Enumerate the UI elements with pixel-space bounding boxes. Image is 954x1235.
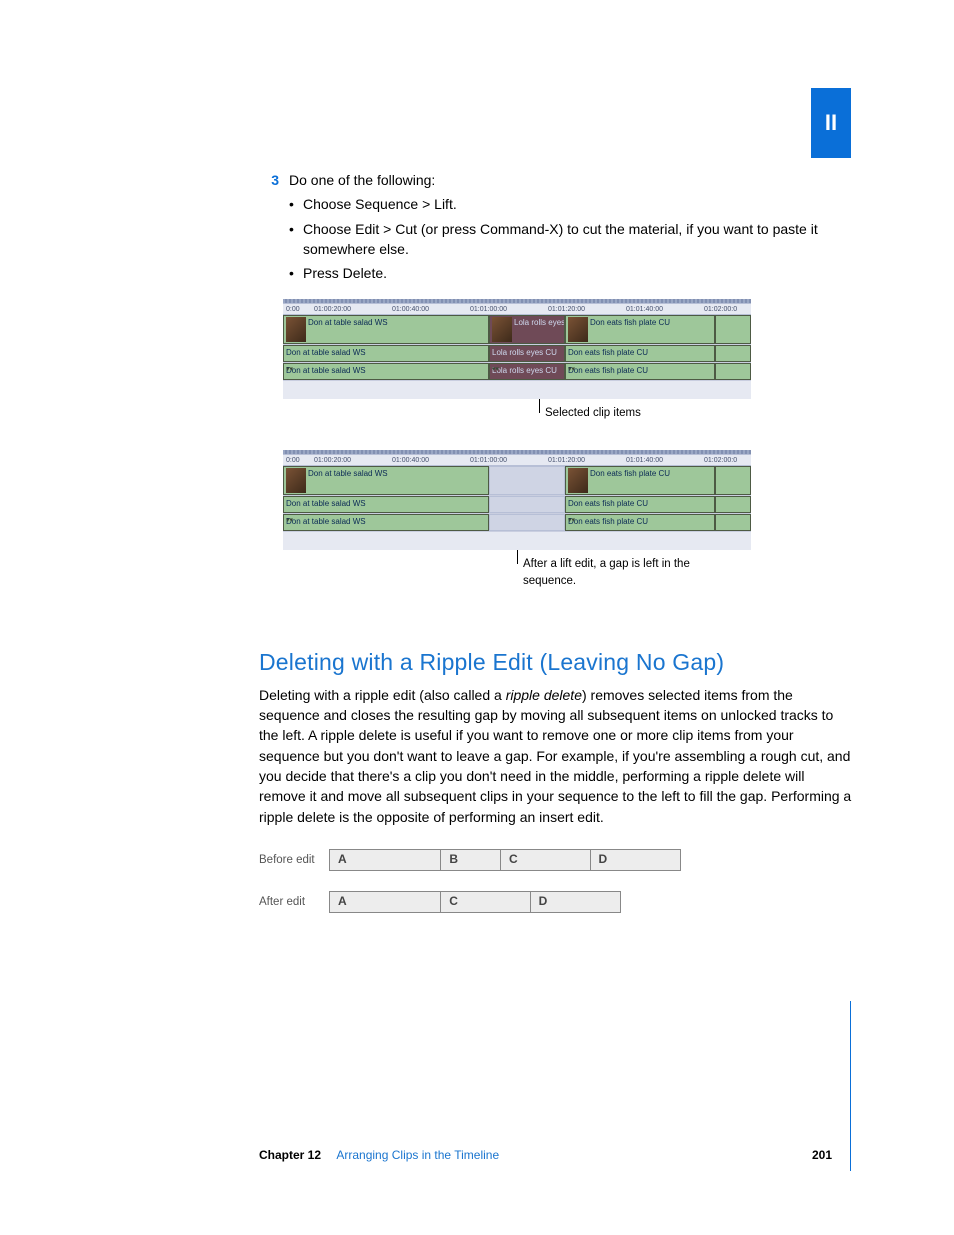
- video-clip: Don at table salad WS: [283, 466, 489, 495]
- ruler-tick: 01:00:20:00: [311, 455, 389, 465]
- video-clip: [715, 466, 751, 495]
- audio-clip-selected: ▾▾Lola rolls eyes CU: [489, 363, 565, 380]
- diagram-segment: B: [441, 850, 501, 870]
- audio-clip-selected: Lola rolls eyes CU: [489, 345, 565, 362]
- bullet-item: Choose Edit > Cut (or press Command-X) t…: [303, 219, 854, 260]
- ruler-tick: 01:01:20:00: [545, 304, 623, 314]
- body-paragraph: Deleting with a ripple edit (also called…: [259, 685, 854, 827]
- diagram-segment: C: [441, 892, 530, 912]
- diagram-segment: C: [501, 850, 590, 870]
- ruler-tick: 01:00:40:00: [389, 455, 467, 465]
- ruler-tick: 01:01:00:00: [467, 455, 545, 465]
- audio-clip: Don eats fish plate CU: [565, 496, 715, 513]
- chapter-title: Arranging Clips in the Timeline: [336, 1148, 499, 1162]
- audio-clip: ▾▾Don eats fish plate CU: [565, 363, 715, 380]
- audio-clip: Don at table salad WS: [283, 496, 489, 513]
- bullet-dot: •: [289, 263, 303, 283]
- para-post: ) removes selected items from the sequen…: [259, 687, 851, 825]
- ruler-tick: 0:00: [283, 304, 311, 314]
- callout-after-lift: After a lift edit, a gap is left in the …: [517, 556, 707, 589]
- bullet-item: Choose Sequence > Lift.: [303, 194, 854, 214]
- diagram-segment: D: [591, 850, 680, 870]
- video-clip: Don at table salad WS: [283, 315, 489, 344]
- section-heading: Deleting with a Ripple Edit (Leaving No …: [259, 646, 854, 679]
- diagram-segment: A: [330, 892, 441, 912]
- step-intro: Do one of the following:: [289, 170, 854, 190]
- ruler-tick: 01:01:40:00: [623, 455, 701, 465]
- page-footer: Chapter 12 Arranging Clips in the Timeli…: [259, 1147, 851, 1166]
- after-label: After edit: [259, 894, 329, 911]
- bullet-item: Press Delete.: [303, 263, 854, 283]
- ruler-tick: 01:01:40:00: [623, 304, 701, 314]
- page-number: 201: [812, 1147, 832, 1164]
- callout-selected-clips: Selected clip items: [539, 405, 854, 422]
- diagram-segment: A: [330, 850, 441, 870]
- footer-divider: [850, 1001, 852, 1171]
- para-pre: Deleting with a ripple edit (also called…: [259, 687, 506, 703]
- audio-clip: [715, 345, 751, 362]
- ruler-tick: 0:00: [283, 455, 311, 465]
- audio-clip: Don at table salad WS: [283, 345, 489, 362]
- ruler-tick: 01:01:20:00: [545, 455, 623, 465]
- section-tab: II: [811, 88, 851, 158]
- gap-clip: [489, 514, 565, 531]
- before-after-diagram: Before edit A B C D After edit A C D: [259, 849, 854, 913]
- audio-clip: ▾▾Don at table salad WS: [283, 363, 489, 380]
- step-number: 3: [259, 170, 279, 190]
- audio-clip: ▾▾Don at table salad WS: [283, 514, 489, 531]
- timeline-before: 0:00 01:00:20:00 01:00:40:00 01:01:00:00…: [283, 299, 751, 399]
- audio-clip: Don eats fish plate CU: [565, 345, 715, 362]
- ruler-tick: 01:00:20:00: [311, 304, 389, 314]
- chapter-label: Chapter 12: [259, 1148, 321, 1162]
- audio-clip: [715, 514, 751, 531]
- ruler-tick: 01:02:00:0: [701, 304, 751, 314]
- video-clip: Don eats fish plate CU: [565, 466, 715, 495]
- bullet-dot: •: [289, 194, 303, 214]
- audio-clip: ▾▾Don eats fish plate CU: [565, 514, 715, 531]
- bullet-dot: •: [289, 219, 303, 260]
- video-clip: Don eats fish plate CU: [565, 315, 715, 344]
- gap-clip: [489, 466, 565, 495]
- video-clip-selected: Lola rolls eyes CU: [489, 315, 565, 344]
- diagram-segment: D: [531, 892, 620, 912]
- audio-clip: [715, 363, 751, 380]
- before-label: Before edit: [259, 852, 329, 869]
- timeline-after: 0:00 01:00:20:00 01:00:40:00 01:01:00:00…: [283, 450, 751, 550]
- gap-clip: [489, 496, 565, 513]
- para-em: ripple delete: [506, 687, 582, 703]
- audio-clip: [715, 496, 751, 513]
- ruler-tick: 01:02:00:0: [701, 455, 751, 465]
- video-clip: [715, 315, 751, 344]
- ruler-tick: 01:01:00:00: [467, 304, 545, 314]
- ruler-tick: 01:00:40:00: [389, 304, 467, 314]
